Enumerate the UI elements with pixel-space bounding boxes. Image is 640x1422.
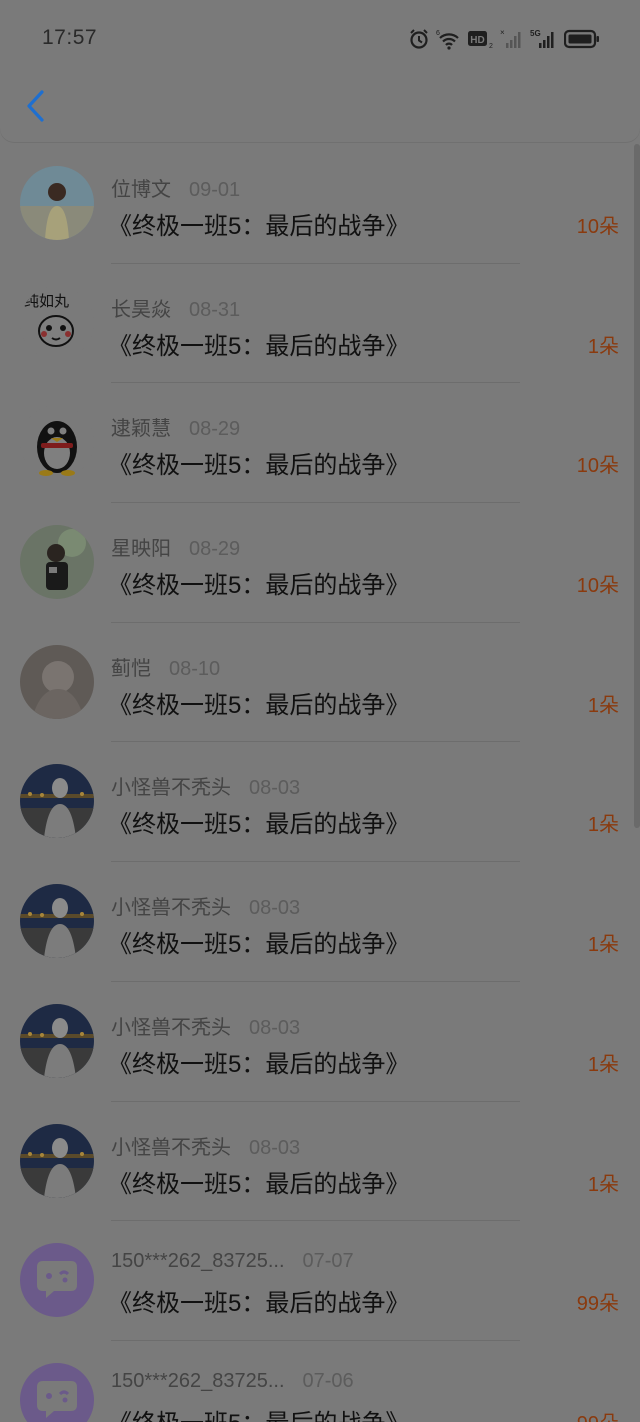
battery-icon <box>564 28 600 50</box>
user-name-text: 蓟恺 <box>111 657 151 680</box>
list-item[interactable]: 纯如丸 长昊焱 08-31 《终极一班5：最后的战争》 1朵 <box>0 264 640 384</box>
status-bar: 17:57 6 HD 2 × 5G <box>0 0 640 74</box>
gift-date: 08-03 <box>249 1136 301 1159</box>
avatar[interactable] <box>20 1243 94 1318</box>
flower-count: 1朵 <box>587 814 619 837</box>
book-title: 《终极一班5：最后的战争》 <box>108 691 410 719</box>
svg-text:×: × <box>500 28 505 37</box>
gift-date: 08-29 <box>189 418 241 441</box>
book-title: 《终极一班5：最后的战争》 <box>108 572 410 600</box>
avatar[interactable]: 纯如丸 <box>20 285 94 360</box>
flower-count: 10朵 <box>576 216 619 238</box>
gift-date: 07-06 <box>302 1369 354 1392</box>
wifi-icon: 6 <box>436 28 462 50</box>
user-name-text: 星映阳 <box>111 538 171 561</box>
list-item[interactable]: 小怪兽不秃头 08-03 《终极一班5：最后的战争》 1朵 <box>0 862 640 982</box>
book-title: 《终极一班5：最后的战争》 <box>108 1050 410 1078</box>
gift-date: 09-01 <box>189 179 241 201</box>
gift-date: 08-31 <box>189 298 241 321</box>
flower-count: 99朵 <box>576 1293 619 1316</box>
avatar[interactable] <box>20 1123 94 1198</box>
status-time: 17:57 <box>42 26 98 49</box>
user-name: 小怪兽不秃头 08-03 <box>111 891 300 920</box>
flower-count: 99朵 <box>577 1407 619 1422</box>
flower-count: 1朵 <box>587 1173 619 1196</box>
gift-date: 08-03 <box>249 777 301 800</box>
user-name-text: 小怪兽不秃头 <box>111 777 231 800</box>
user-name-text: 150***262_83725... <box>111 1369 285 1392</box>
gift-date: 08-03 <box>249 897 301 920</box>
avatar[interactable] <box>20 166 94 240</box>
gift-record-list: 位博文 09-01 《终极一班5：最后的战争》 10朵 纯如丸 长昊焱 08-31 《终极一班… <box>0 144 640 1422</box>
nav-bar <box>0 74 640 142</box>
user-name: 蓟恺 08-10 <box>111 652 220 681</box>
list-item[interactable]: 蓟恺 08-10 《终极一班5：最后的战争》 1朵 <box>0 623 640 743</box>
list-item[interactable]: 位博文 09-01 《终极一班5：最后的战争》 10朵 <box>0 144 640 264</box>
user-name: 小怪兽不秃头 08-03 <box>111 1011 300 1040</box>
avatar[interactable] <box>20 1003 94 1078</box>
list-item[interactable]: 150***262_83725... 07-07 《终极一班5：最后的战争》 99朵 <box>0 1221 640 1341</box>
avatar[interactable] <box>20 405 94 480</box>
svg-text:5G: 5G <box>530 29 541 38</box>
svg-text:6: 6 <box>436 30 440 37</box>
flower-count: 10朵 <box>576 575 619 598</box>
status-icons: 6 HD 2 × 5G <box>408 26 600 52</box>
avatar[interactable] <box>20 525 94 600</box>
back-button[interactable] <box>16 88 56 128</box>
avatar[interactable] <box>20 764 94 839</box>
user-name-text: 长昊焱 <box>111 298 171 321</box>
user-name-text: 逮颖慧 <box>111 418 171 441</box>
book-title: 《终极一班5：最后的战争》 <box>108 452 410 480</box>
user-name-text: 150***262_83725... <box>111 1250 285 1273</box>
avatar[interactable] <box>20 644 94 719</box>
user-name: 位博文 09-01 <box>111 173 240 202</box>
book-title: 《终极一班5：最后的战争》 <box>108 931 410 959</box>
scrollbar[interactable] <box>634 144 640 828</box>
gift-date: 08-29 <box>189 538 241 561</box>
book-title: 《终极一班5：最后的战争》 <box>108 811 410 839</box>
list-item[interactable]: 小怪兽不秃头 08-03 《终极一班5：最后的战争》 1朵 <box>0 1102 640 1222</box>
book-title: 《终极一班5：最后的战争》 <box>108 1403 409 1422</box>
list-item[interactable]: 小怪兽不秃头 08-03 《终极一班5：最后的战争》 1朵 <box>0 742 640 863</box>
user-name-text: 位博文 <box>111 179 171 201</box>
chevron-left-icon <box>25 89 47 128</box>
list-item[interactable]: 150***262_83725... 07-06 《终极一班5：最后的战争》 99朵 <box>0 1341 640 1422</box>
user-name: 逮颖慧 08-29 <box>111 412 240 441</box>
svg-text:2: 2 <box>489 43 493 50</box>
flower-count: 10朵 <box>576 455 619 478</box>
flower-count: 1朵 <box>587 1053 619 1076</box>
flower-count: 1朵 <box>587 335 619 358</box>
gift-date: 07-07 <box>302 1250 354 1273</box>
user-name: 星映阳 08-29 <box>111 532 240 561</box>
user-name-text: 小怪兽不秃头 <box>111 1016 231 1039</box>
book-title: 《终极一班5：最后的战争》 <box>108 1290 410 1318</box>
book-title: 《终极一班5：最后的战争》 <box>108 1170 410 1198</box>
gift-date: 08-03 <box>249 1016 301 1039</box>
list-item[interactable]: 星映阳 08-29 《终极一班5：最后的战争》 10朵 <box>0 503 640 623</box>
user-name-text: 小怪兽不秃头 <box>111 897 231 920</box>
flower-count: 1朵 <box>587 934 619 957</box>
book-title: 《终极一班5：最后的战争》 <box>108 213 410 240</box>
user-name-text: 小怪兽不秃头 <box>111 1136 231 1159</box>
user-name: 小怪兽不秃头 08-03 <box>111 771 300 800</box>
list-item[interactable]: 逮颖慧 08-29 《终极一班5：最后的战争》 10朵 <box>0 383 640 504</box>
avatar[interactable] <box>20 1362 94 1422</box>
alarm-icon <box>408 28 430 50</box>
flower-count: 1朵 <box>587 694 619 717</box>
user-name: 小怪兽不秃头 08-03 <box>111 1131 300 1160</box>
book-title: 《终极一班5：最后的战争》 <box>108 332 410 360</box>
list-item[interactable]: 小怪兽不秃头 08-03 《终极一班5：最后的战争》 1朵 <box>0 982 640 1102</box>
user-name: 150***262_83725... 07-07 <box>111 1250 354 1273</box>
signal-icon: × <box>500 28 524 50</box>
svg-text:纯如丸: 纯如丸 <box>24 292 69 310</box>
user-name: 长昊焱 08-31 <box>111 293 240 322</box>
avatar[interactable] <box>20 884 94 959</box>
signal-5g-icon: 5G <box>530 28 558 50</box>
svg-text:HD: HD <box>470 35 484 46</box>
gift-date: 08-10 <box>169 657 221 680</box>
user-name: 150***262_83725... 07-06 <box>111 1370 354 1393</box>
hd-icon: HD 2 <box>468 28 494 50</box>
